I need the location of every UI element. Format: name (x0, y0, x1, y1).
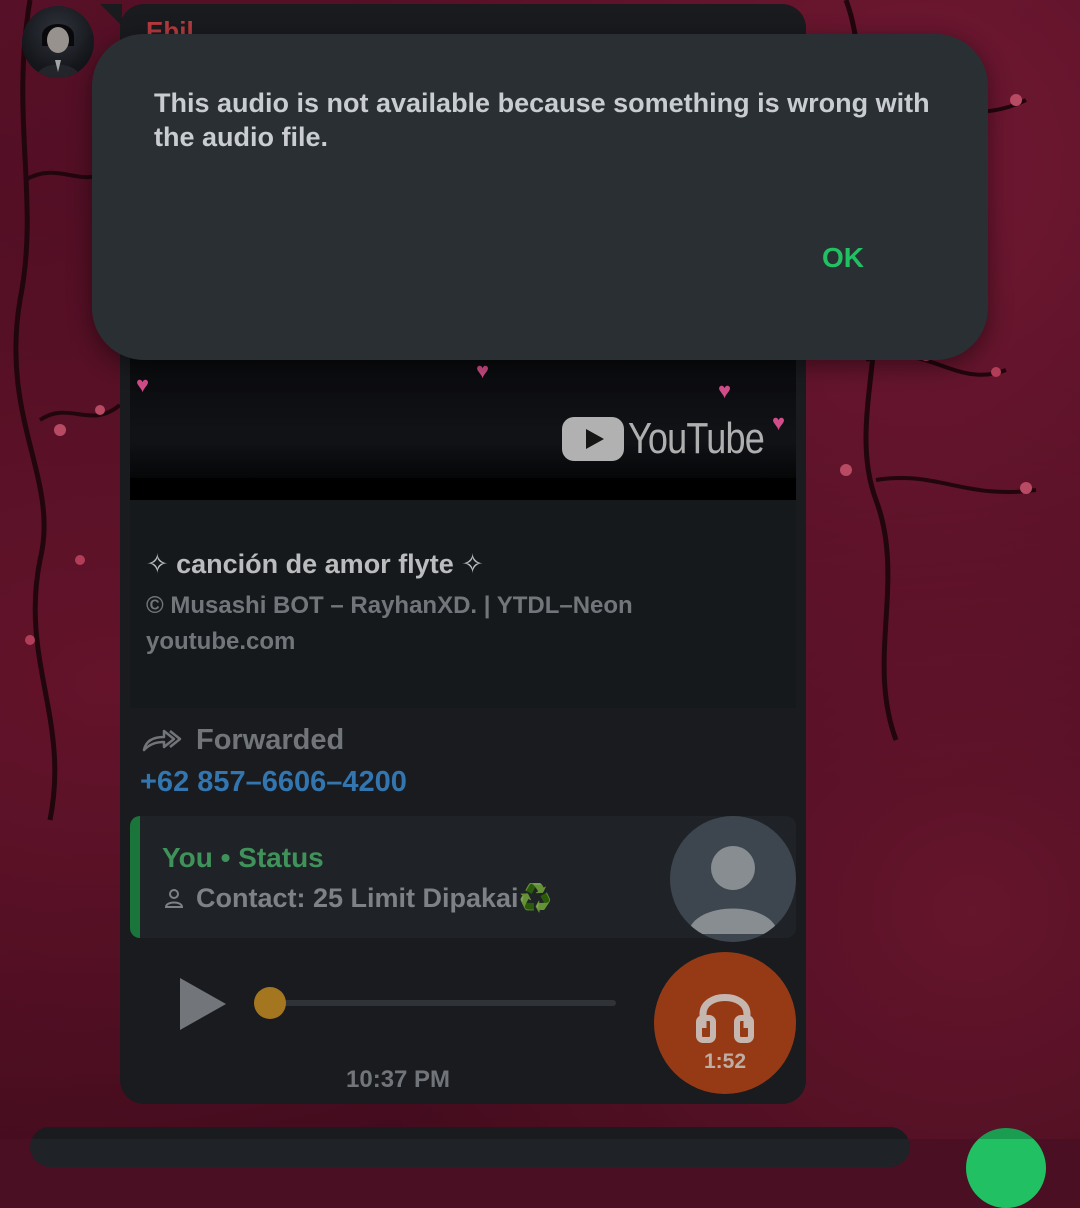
quoted-body: Contact: 25 Limit Dipakai♻️ (162, 882, 552, 914)
play-icon[interactable] (172, 972, 232, 1036)
heart-decoration: ♥ (718, 378, 732, 403)
phone-number-link[interactable]: +62 857–6606–4200 (140, 766, 407, 799)
link-preview-title: ✧ canción de amor flyte ✧ (146, 549, 484, 579)
quoted-contact-avatar (670, 816, 796, 942)
youtube-wordmark: YouTube (628, 414, 765, 463)
bubble-tail (100, 4, 122, 26)
audio-progress-knob[interactable] (254, 987, 286, 1019)
heart-decoration: ♥ (476, 358, 490, 383)
youtube-play-icon (562, 417, 624, 461)
error-dialog: This audio is not available because some… (92, 34, 988, 360)
sender-avatar-image (36, 24, 80, 78)
quote-accent-bar (130, 816, 140, 938)
forwarded-text: Forwarded (196, 724, 345, 756)
message-timestamp: 10:37 PM (346, 1066, 451, 1093)
link-preview-domain: youtube.com (146, 628, 296, 655)
audio-progress-track[interactable] (272, 1000, 616, 1006)
thumbnail-bottom-strip (130, 478, 796, 500)
youtube-logo: YouTube (562, 414, 794, 464)
link-preview-description: © Musashi BOT – RayhanXD. | YTDL–Neon (146, 592, 633, 619)
forwarded-label: Forwarded (142, 724, 344, 757)
person-icon (164, 889, 184, 908)
default-avatar-icon (688, 846, 778, 934)
dialog-message: This audio is not available because some… (154, 88, 930, 152)
heart-decoration: ♥ (136, 372, 150, 397)
quoted-title: You • Status (162, 842, 324, 873)
audio-duration: 1:52 (703, 1050, 747, 1073)
sender-avatar[interactable] (22, 6, 94, 78)
ok-button[interactable]: OK (810, 242, 876, 274)
message-composer[interactable] (30, 1127, 910, 1167)
forward-icon (142, 729, 182, 751)
send-button[interactable] (966, 1128, 1046, 1208)
quoted-body-text: Contact: 25 Limit Dipakai♻️ (196, 883, 553, 913)
